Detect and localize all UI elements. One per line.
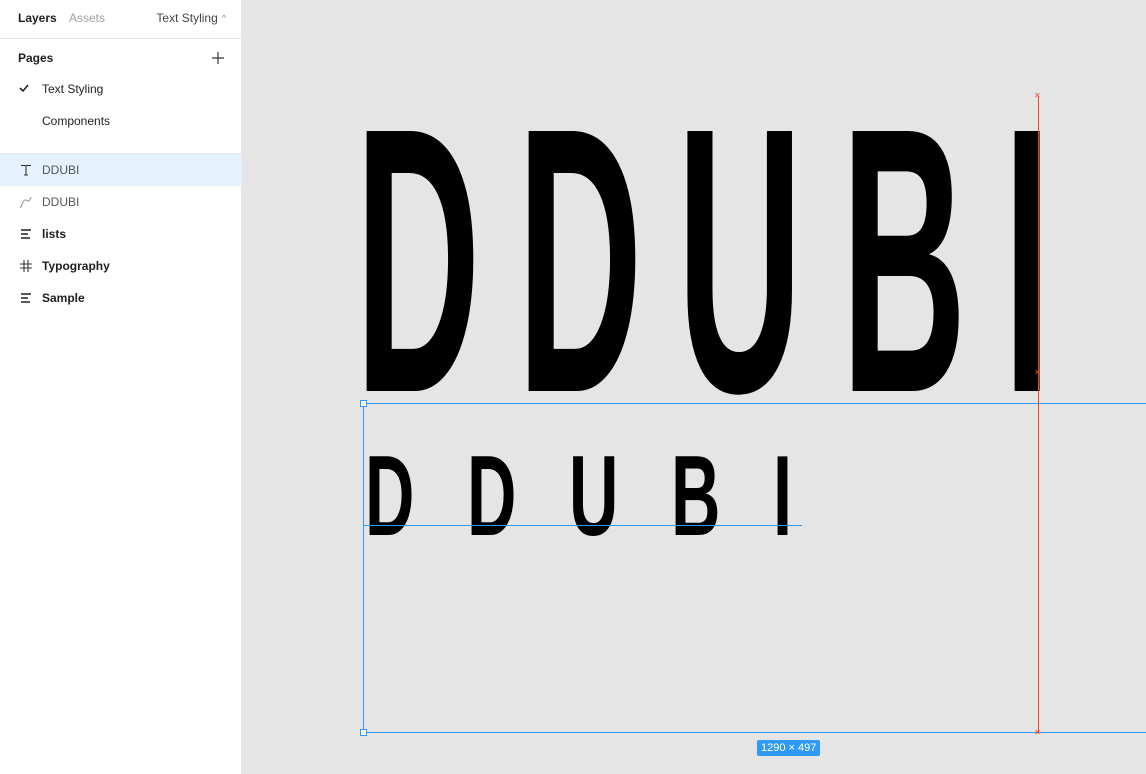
pages-header: Pages: [0, 38, 242, 78]
page-selector[interactable]: Text Styling ^: [156, 11, 226, 25]
plus-icon: [212, 52, 224, 64]
design-canvas[interactable]: DDUBI DDUBI ✕ ✕ ✕ 1290 × 497: [243, 0, 1146, 774]
page-item-text-styling[interactable]: Text Styling: [0, 74, 242, 106]
large-glyph-d-1: D: [517, 50, 643, 472]
page-item-components[interactable]: Components: [0, 106, 242, 138]
layer-item-typography[interactable]: Typography: [0, 250, 242, 282]
layer-item-sample[interactable]: Sample: [0, 282, 242, 314]
text-block-icon: [18, 226, 34, 242]
measurement-marker-middle: ✕: [1034, 368, 1041, 377]
text-icon: [18, 162, 34, 178]
frame-icon: [18, 258, 34, 274]
chevron-up-icon: ^: [221, 13, 226, 23]
page-item-label: Text Styling: [42, 82, 104, 96]
layer-item-ddubi-vector[interactable]: DDUBI: [0, 186, 242, 218]
layer-label: Typography: [42, 259, 110, 273]
sidebar-tabs: Layers Assets Text Styling ^: [0, 0, 242, 39]
layer-item-ddubi-text[interactable]: DDUBI: [0, 154, 242, 186]
resize-handle-bottom-left[interactable]: [360, 729, 367, 736]
layer-label: DDUBI: [42, 195, 80, 209]
measurement-marker-top: ✕: [1034, 91, 1041, 100]
large-glyph-u-2: U: [677, 50, 803, 472]
layers-sidebar: Layers Assets Text Styling ^ Pages Text …: [0, 0, 242, 774]
layer-label: DDUBI: [42, 163, 80, 177]
selection-frame[interactable]: [363, 403, 1146, 733]
page-item-label: Components: [42, 114, 111, 128]
page-selector-label: Text Styling: [156, 11, 218, 25]
measurement-marker-bottom: ✕: [1034, 728, 1041, 737]
vector-icon: [18, 194, 34, 210]
measurement-line: [1038, 96, 1039, 733]
layer-label: Sample: [42, 291, 85, 305]
large-glyph-b-3: B: [841, 50, 967, 472]
layer-item-lists[interactable]: lists: [0, 218, 242, 250]
add-page-button[interactable]: [208, 48, 228, 68]
resize-handle-top-left[interactable]: [360, 400, 367, 407]
checkmark-icon: [19, 82, 29, 96]
text-baseline-guide: [363, 525, 802, 526]
layer-label: lists: [42, 227, 67, 241]
tab-assets[interactable]: Assets: [69, 11, 105, 25]
tab-layers[interactable]: Layers: [18, 11, 57, 25]
large-glyph-d-0: D: [355, 50, 481, 472]
pages-title: Pages: [18, 51, 54, 65]
dimension-badge: 1290 × 497: [757, 740, 821, 756]
text-block-icon: [18, 290, 34, 306]
large-glyph-i-4: I: [1003, 50, 1052, 472]
